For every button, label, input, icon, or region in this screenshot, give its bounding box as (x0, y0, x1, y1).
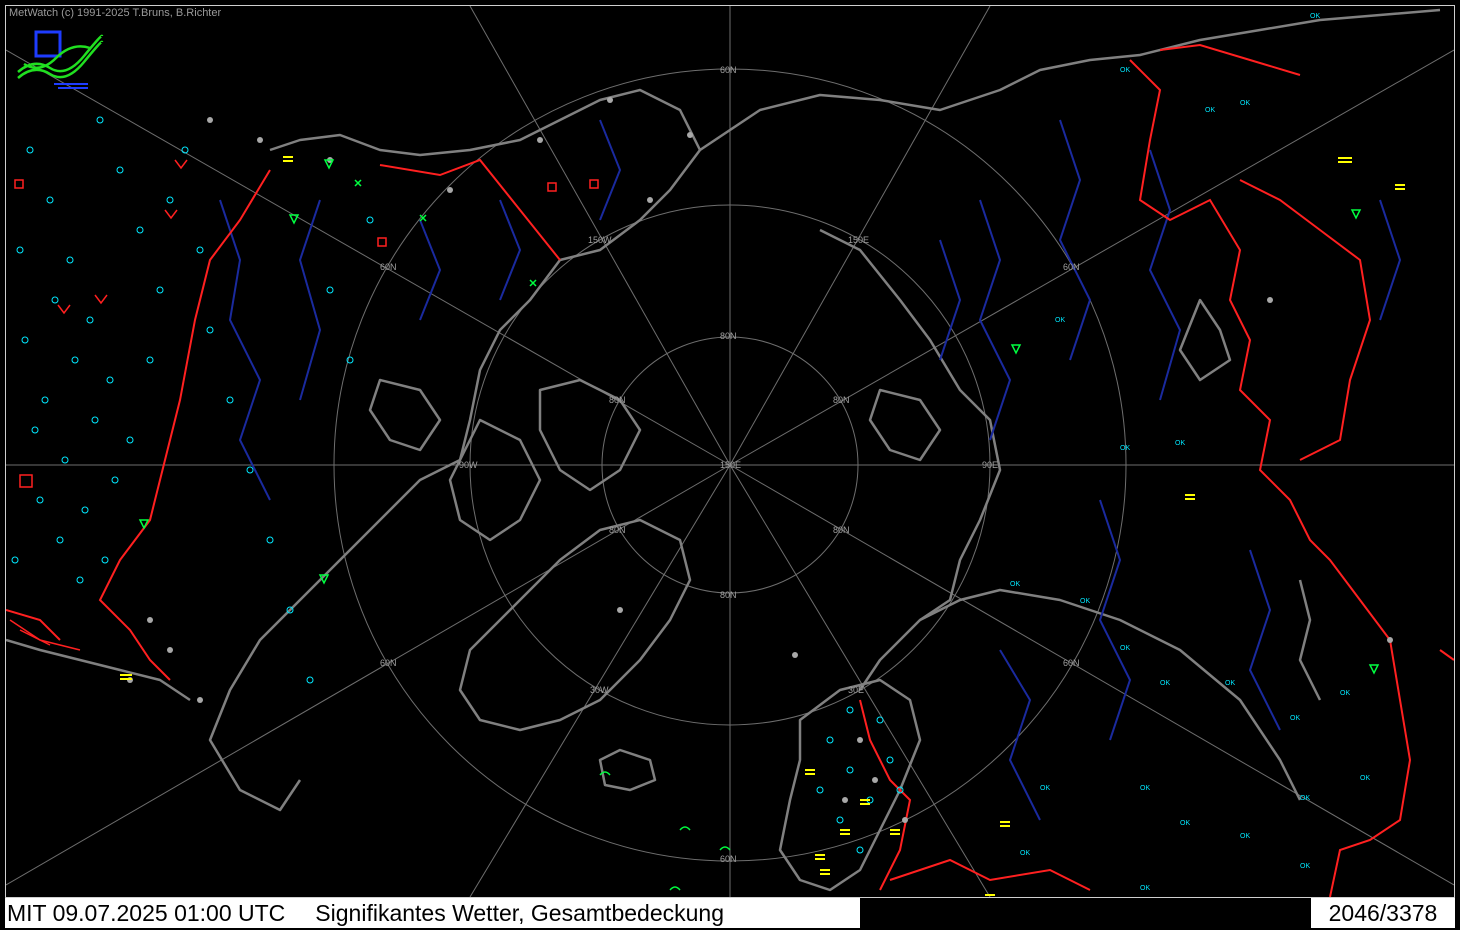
copyright-text: MetWatch (c) 1991-2025 T.Bruns, B.Richte… (9, 7, 222, 19)
station-counter: 2046/3378 (1311, 898, 1455, 928)
product-label: Signifikantes Wetter, Gesamtbedeckung (315, 900, 724, 926)
map-frame (5, 5, 1455, 898)
status-bar-left: MIT 09.07.2025 01:00 UTC Signifikantes We… (5, 898, 860, 928)
metwatch-logo-icon (17, 30, 104, 89)
datetime-label: MIT 09.07.2025 01:00 UTC (7, 900, 286, 926)
